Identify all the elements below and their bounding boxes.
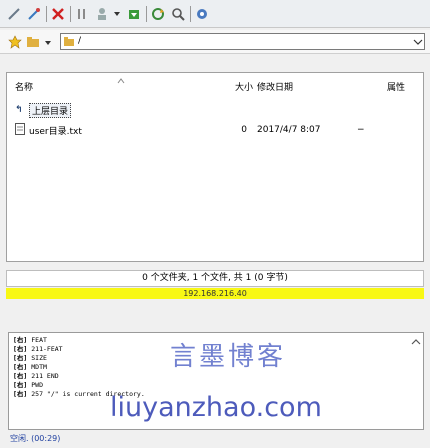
parent-directory-row[interactable]: ↰ 上层目录 [15, 102, 72, 118]
column-header-name[interactable]: 名称 [15, 80, 33, 93]
text-file-icon [15, 122, 29, 138]
sort-arrow-icon [117, 77, 125, 87]
dropdown-arrow-icon[interactable] [44, 35, 54, 49]
refresh-icon[interactable] [126, 5, 142, 23]
file-row[interactable]: user目录.txt 0 2017/4/7 8:07 − [15, 122, 415, 138]
file-attr: − [357, 125, 365, 135]
path-value: / [78, 36, 82, 46]
log-line: [右] FEAT [13, 336, 47, 344]
folder-bookmark-icon[interactable] [26, 35, 40, 49]
toolbar [0, 0, 430, 28]
column-header-attr[interactable]: 属性 [387, 80, 405, 93]
host-address-bar: 192.168.216.40 [6, 288, 424, 299]
path-input[interactable]: / [60, 33, 425, 50]
parent-directory-label: 上层目录 [29, 102, 72, 118]
log-line: [右] SIZE [13, 354, 47, 362]
toolbar-separator [46, 6, 47, 22]
search-icon[interactable] [170, 5, 186, 23]
toolbar-separator [146, 6, 147, 22]
toolbar-separator [190, 6, 191, 22]
chevron-down-icon[interactable] [413, 37, 423, 47]
log-line: [右] MDTM [13, 363, 47, 371]
file-size: 0 [241, 125, 247, 135]
watermark-title: 言墨博客 [170, 342, 287, 372]
log-line: [右] 211 END [13, 372, 59, 380]
file-list: 名称 大小 修改日期 属性 ↰ 上层目录 user目录.txt 0 2017/4… [6, 72, 424, 262]
scroll-up-icon[interactable] [411, 337, 421, 347]
connect-icon[interactable] [6, 5, 22, 23]
column-header-date[interactable]: 修改日期 [257, 80, 293, 93]
dropdown-arrow-icon[interactable] [112, 5, 122, 23]
settings-icon[interactable] [194, 5, 210, 23]
split-icon[interactable] [74, 5, 90, 23]
watermark-url: liuyanzhao.com [110, 392, 322, 423]
user-icon[interactable] [94, 5, 110, 23]
bottom-status: 空闲. (00:29) [10, 434, 61, 443]
favorites-star-icon[interactable] [8, 35, 22, 49]
folder-icon [64, 36, 75, 47]
file-date: 2017/4/7 8:07 [257, 125, 321, 135]
column-header-size[interactable]: 大小 [235, 80, 253, 93]
log-line: [右] 211-FEAT [13, 345, 63, 353]
sync-icon[interactable] [150, 5, 166, 23]
disconnect-icon[interactable] [26, 5, 42, 23]
file-name: user目录.txt [29, 126, 82, 137]
log-line: [右] PWD [13, 381, 43, 389]
cancel-icon[interactable] [50, 5, 66, 23]
status-summary: 0 个文件夹, 1 个文件, 共 1 (0 字节) [6, 270, 424, 287]
toolbar-separator [70, 6, 71, 22]
up-arrow-icon: ↰ [15, 105, 23, 115]
